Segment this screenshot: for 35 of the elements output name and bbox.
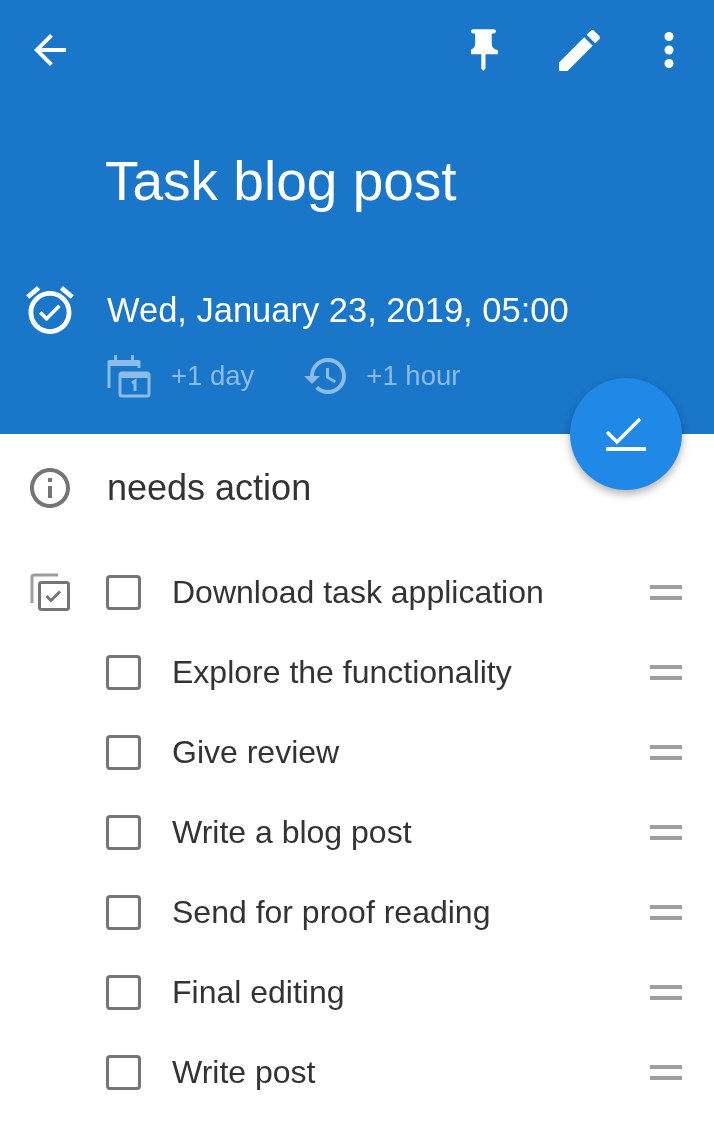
drag-handle-icon[interactable] xyxy=(650,744,682,760)
due-date[interactable]: Wed, January 23, 2019, 05:00 xyxy=(107,288,569,332)
more-menu-icon[interactable] xyxy=(664,32,674,68)
checkbox[interactable] xyxy=(106,1054,141,1090)
checklist-item-text[interactable]: Write a blog post xyxy=(172,812,650,852)
info-icon xyxy=(30,468,70,508)
checklist-item-text[interactable]: Give review xyxy=(172,732,650,772)
checkbox[interactable] xyxy=(106,974,141,1010)
back-arrow-icon[interactable] xyxy=(34,34,66,66)
alarm-check-icon xyxy=(26,286,74,334)
checkbox[interactable] xyxy=(106,814,141,850)
complete-fab[interactable] xyxy=(570,378,682,490)
task-title: Task blog post xyxy=(105,150,457,212)
checklist-item-text[interactable]: Final editing xyxy=(172,972,650,1012)
checklist-icon xyxy=(30,573,70,611)
checklist-item-text[interactable]: Send for proof reading xyxy=(172,892,650,932)
drag-handle-icon[interactable] xyxy=(650,904,682,920)
check-underline-icon xyxy=(606,417,646,451)
pin-icon[interactable] xyxy=(471,29,498,71)
checklist-item-text[interactable]: Download task application xyxy=(172,572,650,612)
calendar-icon[interactable] xyxy=(107,354,151,398)
edit-pencil-icon[interactable] xyxy=(559,29,600,71)
checkbox[interactable] xyxy=(106,734,141,770)
checkbox[interactable] xyxy=(106,654,141,690)
checkbox[interactable] xyxy=(106,894,141,930)
clock-arrow-icon[interactable] xyxy=(304,357,347,395)
checkbox[interactable] xyxy=(106,574,141,610)
drag-handle-icon[interactable] xyxy=(650,664,682,680)
checklist-item-text[interactable]: Explore the functionality xyxy=(172,652,650,692)
drag-handle-icon[interactable] xyxy=(650,584,682,600)
drag-handle-icon[interactable] xyxy=(650,1064,682,1080)
checklist-item-text[interactable]: Write post xyxy=(172,1052,650,1092)
drag-handle-icon[interactable] xyxy=(650,824,682,840)
drag-handle-icon[interactable] xyxy=(650,984,682,1000)
status-text: needs action xyxy=(107,466,312,510)
